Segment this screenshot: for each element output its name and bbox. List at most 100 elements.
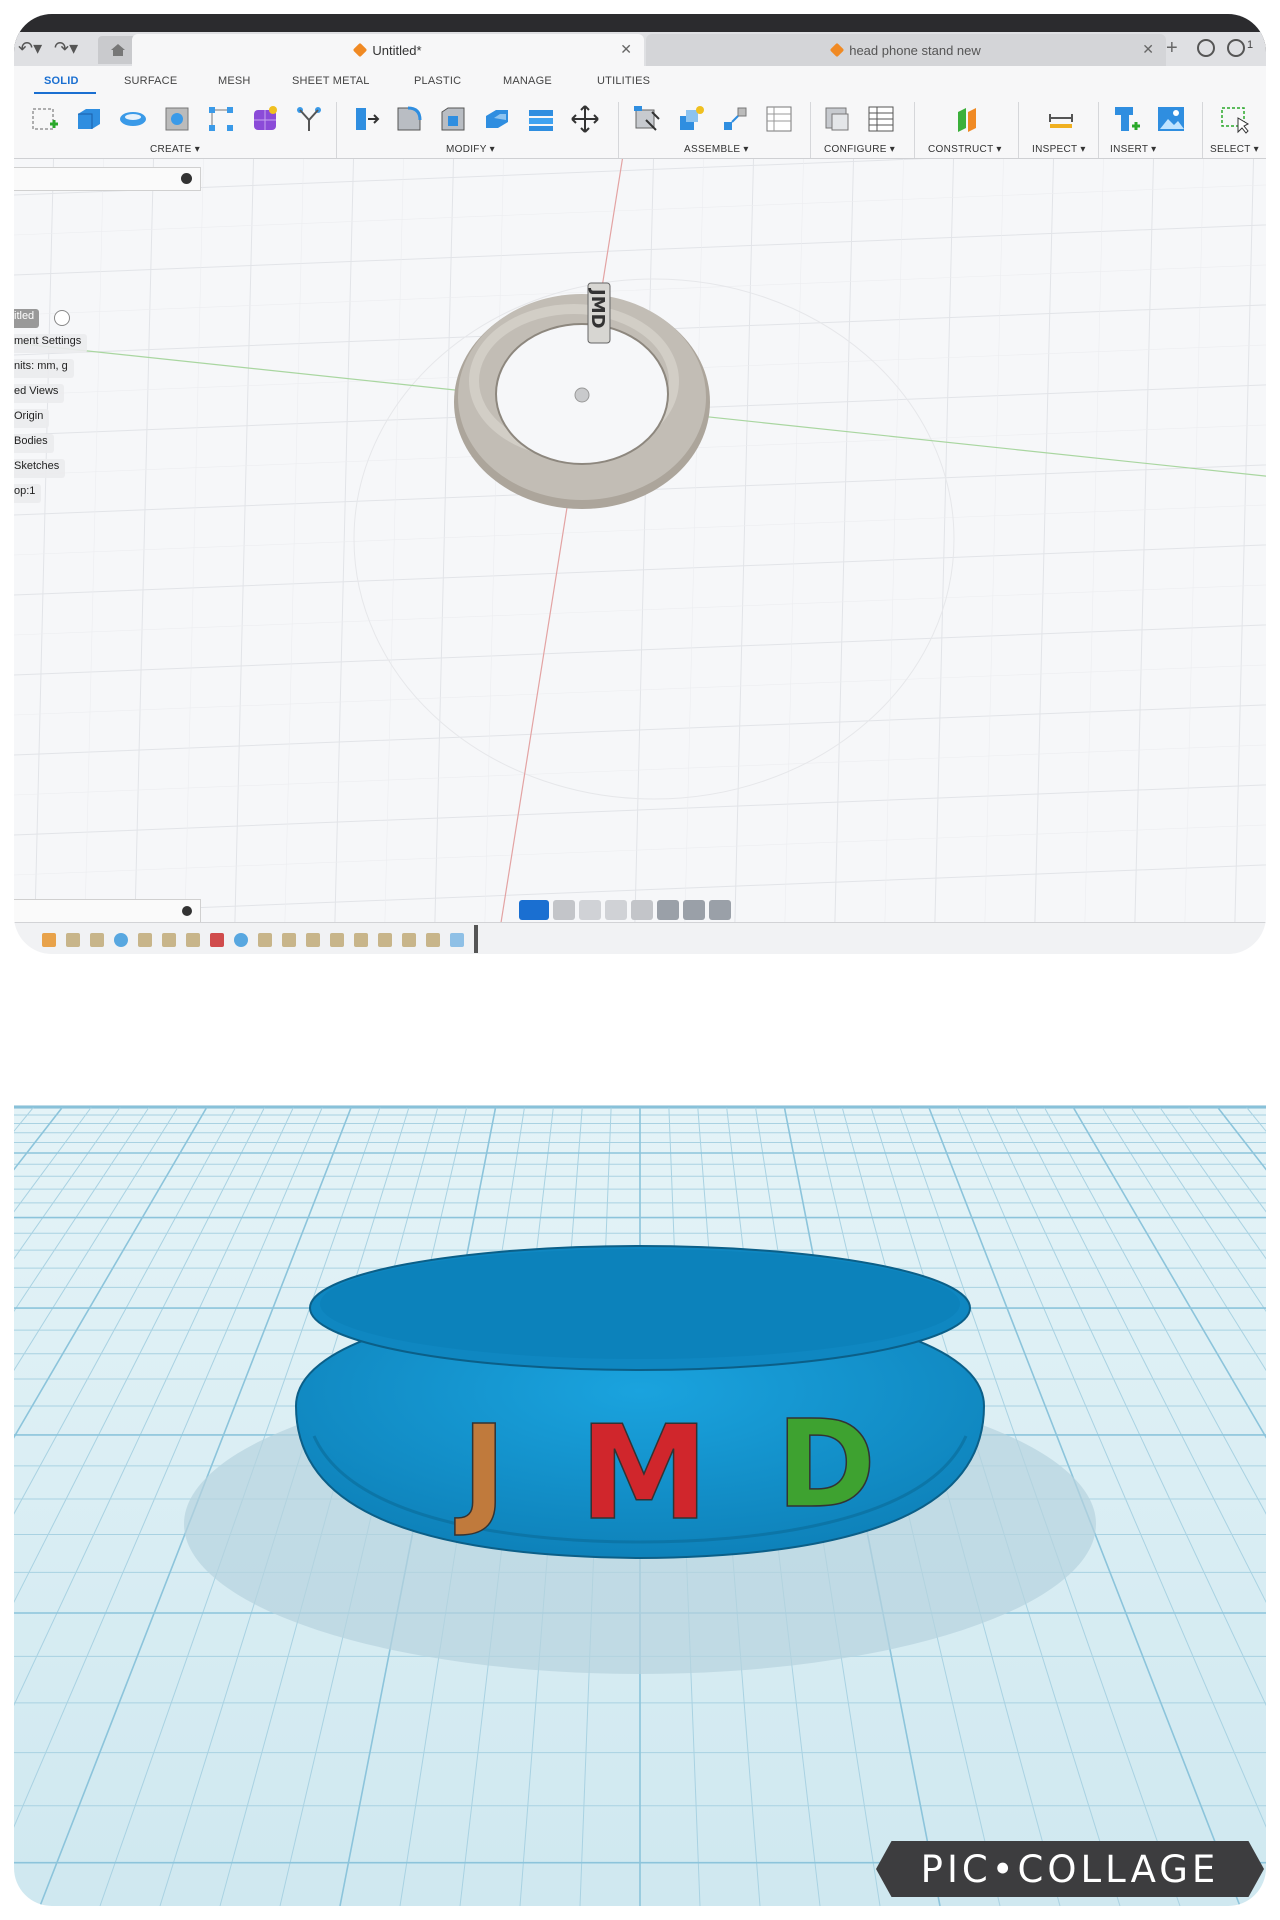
as-built-joint-icon[interactable] [720,104,750,134]
timeline-item[interactable] [282,933,296,947]
fillet-icon[interactable] [394,104,424,134]
shell-icon[interactable] [482,104,512,134]
browser-item-origin[interactable]: Origin [14,409,50,428]
configure-icon[interactable] [822,104,852,134]
tab-mesh[interactable]: MESH [218,75,251,87]
timeline-marker[interactable] [474,925,478,953]
create-menu[interactable]: CREATE ▾ [150,144,200,155]
canvas-viewport[interactable]: JMD itled ment Settings nits: mm, g ed V… [14,159,1266,922]
timeline-item[interactable] [66,933,80,947]
combine-icon[interactable] [526,104,556,134]
active-tab-indicator [34,92,96,94]
tab-surface[interactable]: SURFACE [124,75,177,87]
joint-icon[interactable] [676,104,706,134]
move-copy-icon[interactable] [570,104,600,134]
modify-menu[interactable]: MODIFY ▾ [446,144,495,155]
timeline-item[interactable] [450,933,464,947]
ring-model[interactable]: JMD [454,282,710,509]
tab-untitled[interactable]: Untitled* ✕ [132,34,644,66]
zoom-icon[interactable] [605,900,627,920]
tab-label: head phone stand new [849,42,981,58]
tab-plastic[interactable]: PLASTIC [414,75,461,87]
timeline-item[interactable] [114,933,128,947]
hole-icon[interactable] [162,104,192,134]
new-component-icon[interactable] [632,104,662,134]
orbit-icon[interactable] [519,900,549,920]
inspect-menu[interactable]: INSPECT ▾ [1032,144,1086,155]
offset-plane-icon[interactable] [952,104,982,134]
insert-canvas-icon[interactable] [1156,104,1186,134]
select-icon[interactable] [1220,104,1250,134]
fit-icon[interactable] [631,900,653,920]
timeline-item[interactable] [258,933,272,947]
browser-item-named-views[interactable]: ed Views [14,384,65,403]
browser-root[interactable]: itled [14,309,40,328]
browser-panel-header [14,167,201,191]
render-view: J M D PIC•COLLAGE [14,966,1266,1906]
tab-head-phone-stand[interactable]: head phone stand new ✕ [646,34,1166,66]
timeline-item[interactable] [426,933,440,947]
close-icon[interactable]: ✕ [1142,41,1154,58]
tab-solid[interactable]: SOLID [44,75,79,87]
add-comment-icon[interactable] [182,906,192,916]
letter-j[interactable]: J [454,1400,507,1541]
divider [1098,102,1099,158]
timeline-item[interactable] [234,933,248,947]
browser-item-bodies[interactable]: Bodies [14,434,54,453]
timeline-item[interactable] [402,933,416,947]
sweep-icon[interactable] [294,104,324,134]
letter-d[interactable]: D [775,1395,876,1536]
grid-settings-icon[interactable] [683,900,705,920]
measure-icon[interactable] [1046,104,1076,134]
timeline-item[interactable] [138,933,152,947]
press-pull-icon[interactable] [350,104,380,134]
timeline-item[interactable] [354,933,368,947]
job-status-icon[interactable] [1227,39,1245,57]
browser-item-sketches[interactable]: Sketches [14,459,66,478]
timeline-item[interactable] [90,933,104,947]
ring-3d-model[interactable]: J M D [184,1245,1096,1674]
insert-menu[interactable]: INSERT ▾ [1110,144,1157,155]
configuration-table-icon[interactable] [866,104,896,134]
clock-icon[interactable] [1197,39,1215,57]
select-menu[interactable]: SELECT ▾ [1210,144,1259,155]
assemble-menu[interactable]: ASSEMBLE ▾ [684,144,749,155]
undo-icon[interactable]: ↶▾ [18,38,42,59]
chamfer-icon[interactable] [438,104,468,134]
timeline-item[interactable] [210,933,224,947]
joint-origin-icon[interactable] [764,104,794,134]
timeline-item[interactable] [306,933,320,947]
tab-utilities[interactable]: UTILITIES [597,75,650,87]
timeline-item[interactable] [162,933,176,947]
browser-item-units[interactable]: nits: mm, g [14,359,74,378]
create-sketch-icon[interactable] [30,104,60,134]
browser-item-document-settings[interactable]: ment Settings [14,334,88,353]
pan-icon[interactable] [579,900,601,920]
tab-manage[interactable]: MANAGE [503,75,552,87]
viewports-icon[interactable] [709,900,731,920]
configure-menu[interactable]: CONFIGURE ▾ [824,144,895,155]
browser-item-component[interactable]: op:1 [14,484,42,503]
active-component-icon[interactable] [54,310,70,326]
look-at-icon[interactable] [553,900,575,920]
letter-m[interactable]: M [579,1396,710,1550]
redo-icon[interactable]: ↷▾ [54,38,78,59]
tab-sheet-metal[interactable]: SHEET METAL [292,75,370,87]
divider [1018,102,1019,158]
new-tab-icon[interactable]: + [1166,37,1178,60]
display-settings-icon[interactable] [657,900,679,920]
timeline-item[interactable] [378,933,392,947]
timeline-item[interactable] [186,933,200,947]
timeline-item[interactable] [330,933,344,947]
insert-derive-icon[interactable] [1112,104,1142,134]
revolve-icon[interactable] [118,104,148,134]
collapse-icon[interactable] [181,173,192,184]
timeline-item[interactable] [42,933,56,947]
close-icon[interactable]: ✕ [620,41,632,58]
divider [1202,102,1203,158]
form-icon[interactable] [250,104,280,134]
construct-menu[interactable]: CONSTRUCT ▾ [928,144,1002,155]
pattern-icon[interactable] [206,104,236,134]
fusion-window: ↶▾ ↷▾ Untitled* ✕ head phone stand new ✕… [14,14,1266,954]
extrude-icon[interactable] [74,104,104,134]
